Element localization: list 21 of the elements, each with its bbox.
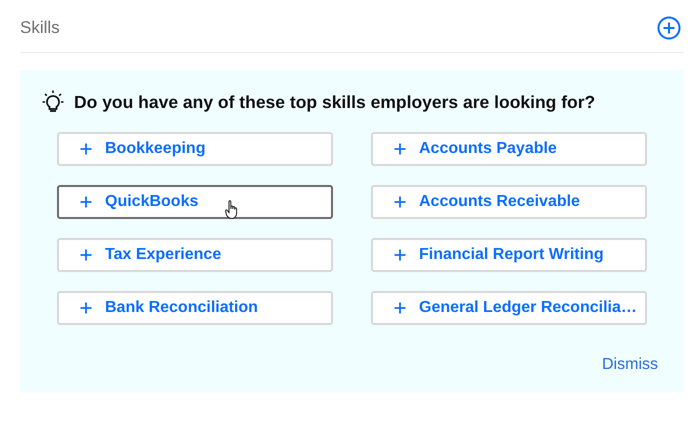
- skill-button[interactable]: Bookkeeping: [57, 132, 333, 166]
- plus-icon: [394, 249, 406, 261]
- plus-icon: [394, 143, 406, 155]
- skill-button[interactable]: QuickBooks: [57, 185, 333, 219]
- add-icon[interactable]: [657, 16, 681, 40]
- skill-button[interactable]: General Ledger Reconcilia…: [371, 291, 647, 325]
- skill-button[interactable]: Accounts Payable: [371, 132, 647, 166]
- dismiss-link[interactable]: Dismiss: [602, 356, 658, 374]
- skill-button[interactable]: Accounts Receivable: [371, 185, 647, 219]
- suggestion-heading: Do you have any of these top skills employers are looking for?: [74, 92, 596, 112]
- plus-icon: [394, 302, 406, 314]
- skill-button[interactable]: Financial Report Writing: [371, 238, 647, 272]
- plus-icon: [80, 143, 92, 155]
- section-title: Skills: [20, 17, 60, 38]
- plus-icon: [394, 196, 406, 208]
- skill-button[interactable]: Tax Experience: [57, 238, 333, 272]
- skill-button[interactable]: Bank Reconciliation: [57, 291, 333, 325]
- lightbulb-icon: [42, 90, 64, 114]
- plus-icon: [80, 196, 92, 208]
- plus-icon: [80, 302, 92, 314]
- plus-icon: [80, 249, 92, 261]
